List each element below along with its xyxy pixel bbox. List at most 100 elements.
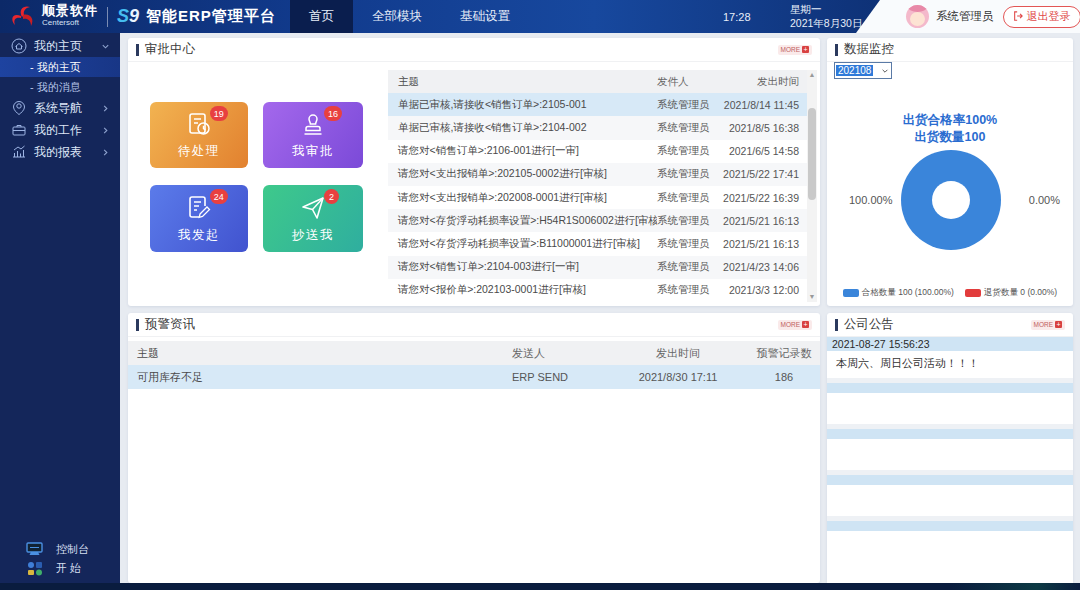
monitor-panel-header: 数据监控 [827, 38, 1073, 62]
sidebar-item-navigation[interactable]: 系统导航 [0, 97, 120, 119]
chevron-right-icon [101, 104, 110, 113]
cc-me-count-badge: 2 [324, 189, 339, 204]
sidebar-sub-myhome[interactable]: - 我的主页 [0, 57, 120, 77]
table-scrollbar[interactable]: ▲ ▼ [807, 70, 817, 302]
news-more-button[interactable]: MORE+ [1031, 320, 1066, 330]
legend-swatch-red [965, 289, 981, 297]
month-dropdown[interactable]: 202108 [834, 62, 892, 79]
donut-hole [932, 181, 970, 219]
news-list: 2021-08-27 15:56:23 本周六、周日公司活动！！！ [827, 337, 1073, 583]
alerts-panel-title: 预警资讯 [145, 316, 195, 333]
alerts-table: 主题 发送人 发出时间 预警记录数 可用库存不足 ERP SEND 2021/8… [128, 341, 820, 389]
news-item[interactable] [827, 429, 1073, 470]
plus-icon: + [802, 321, 809, 328]
my-approvals-count-badge: 16 [324, 106, 342, 121]
title-accent-bar [136, 319, 139, 331]
scroll-down-arrow[interactable]: ▼ [807, 292, 817, 302]
sidebar-sub-mymessages[interactable]: - 我的消息 [0, 77, 120, 97]
news-item[interactable] [827, 521, 1073, 583]
approval-table: 主题 发件人 发出时间 单据已审核,请接收<销售订单>:2105-001系统管理… [388, 70, 808, 302]
legend-return: 退货数量 0 (0.00%) [965, 287, 1057, 299]
monitor-panel-title: 数据监控 [844, 41, 894, 58]
approval-row[interactable]: 请您对<支出报销单>:202008-0001进行[审核]系统管理员2021/5/… [388, 186, 808, 209]
approval-panel-title: 审批中心 [145, 41, 195, 58]
app-title: 智能ERP管理平台 [146, 7, 276, 26]
approval-row[interactable]: 请您对<报价单>:202103-0001进行[审核]系统管理员2021/3/3 … [388, 279, 808, 302]
navigation-icon [11, 100, 27, 116]
nav-tab-settings[interactable]: 基础设置 [441, 0, 529, 33]
clock-date: 星期一 2021年8月30日 [790, 3, 862, 30]
alerts-panel-header: 预警资讯 MORE+ [128, 313, 820, 337]
user-name: 系统管理员 [936, 9, 994, 24]
nav-tab-modules[interactable]: 全部模块 [353, 0, 441, 33]
pending-doc-icon [185, 111, 213, 139]
user-avatar[interactable] [906, 5, 929, 28]
plus-icon: + [1055, 321, 1062, 328]
news-panel-title: 公司公告 [844, 316, 894, 333]
news-item[interactable] [827, 383, 1073, 424]
approval-row[interactable]: 请您对<销售订单>:2106-001进行[一审]系统管理员2021/6/5 14… [388, 140, 808, 163]
legend-pass: 合格数量 100 (100.00%) [843, 287, 954, 299]
title-accent-bar [835, 44, 838, 56]
send-plane-icon [299, 194, 327, 222]
news-panel-header: 公司公告 MORE+ [827, 313, 1073, 337]
alert-row[interactable]: 可用库存不足 ERP SEND 2021/8/30 17:11 186 [128, 365, 820, 389]
card-cc-me[interactable]: 2 抄送我 [263, 185, 363, 252]
donut-label-left: 100.00% [849, 194, 892, 206]
scroll-up-arrow[interactable]: ▲ [807, 70, 817, 80]
news-item[interactable]: 2021-08-27 15:56:23 本周六、周日公司活动！！！ [827, 337, 1073, 378]
chevron-right-icon [101, 126, 110, 135]
clock-time: 17:28 [723, 11, 751, 23]
scrollbar-thumb[interactable] [808, 108, 816, 200]
sidebar-item-myreports[interactable]: 我的报表 [0, 141, 120, 163]
nav-tab-home[interactable]: 首页 [290, 0, 353, 33]
card-initiated[interactable]: 24 我发起 [150, 185, 248, 252]
title-accent-bar [835, 319, 838, 331]
main-nav: 首页 全部模块 基础设置 [290, 0, 529, 33]
donut-label-right: 0.00% [1029, 194, 1060, 206]
brand-logo: 顺景软件 Centersoft S9 智能ERP管理平台 [8, 2, 276, 31]
card-my-approvals[interactable]: 16 我审批 [263, 102, 363, 168]
briefcase-icon [11, 122, 27, 138]
compose-doc-icon [185, 194, 213, 222]
s9-logo: S9 [117, 6, 139, 27]
approval-row[interactable]: 请您对<销售订单>:2104-003进行[一审]系统管理员2021/4/23 1… [388, 256, 808, 279]
chevron-down-icon [101, 42, 110, 51]
approval-center-panel: 审批中心 MORE+ 19 待处理 16 我审批 24 我发起 2 抄送我 主题… [128, 38, 820, 306]
alerts-more-button[interactable]: MORE+ [778, 320, 813, 330]
approval-row[interactable]: 单据已审核,请接收<销售订单>:2105-001系统管理员2021/8/14 1… [388, 93, 808, 116]
approval-row[interactable]: 请您对<存货浮动耗损率设置>:H54R1S006002进行[审核]系统管理员20… [388, 209, 808, 232]
initiated-count-badge: 24 [210, 189, 228, 204]
centersoft-logo-icon [8, 4, 38, 30]
chevron-down-icon [881, 67, 889, 75]
console-icon [26, 542, 43, 557]
bottom-strip [0, 583, 1080, 590]
approval-row[interactable]: 单据已审核,请接收<销售订单>:2104-002系统管理员2021/8/5 16… [388, 116, 808, 139]
start-button[interactable]: 开 始 [0, 559, 120, 578]
report-chart-icon [11, 144, 27, 160]
alerts-panel: 预警资讯 MORE+ 主题 发送人 发出时间 预警记录数 可用库存不足 ERP … [128, 313, 820, 583]
news-item[interactable] [827, 475, 1073, 516]
chart-legend: 合格数量 100 (100.00%) 退货数量 0 (0.00%) [827, 287, 1073, 299]
approval-row[interactable]: 请您对<存货浮动耗损率设置>:B11000001进行[审核]系统管理员2021/… [388, 232, 808, 255]
sidebar-item-mywork[interactable]: 我的工作 [0, 119, 120, 141]
plus-icon: + [802, 46, 809, 53]
console-button[interactable]: 控制台 [0, 540, 120, 559]
approval-more-button[interactable]: MORE+ [778, 45, 813, 55]
home-icon [11, 38, 27, 54]
sidebar-footer: 控制台 开 始 [0, 540, 120, 578]
approval-panel-header: 审批中心 MORE+ [128, 38, 820, 62]
title-accent-bar [136, 44, 139, 56]
logout-button[interactable]: 退出登录 [1003, 6, 1080, 28]
card-pending[interactable]: 19 待处理 [150, 102, 248, 168]
stamp-icon [299, 111, 327, 139]
sidebar-item-myhome[interactable]: 我的主页 [0, 35, 120, 57]
alerts-table-header: 主题 发送人 发出时间 预警记录数 [128, 341, 820, 365]
top-bar: 顺景软件 Centersoft S9 智能ERP管理平台 首页 全部模块 基础设… [0, 0, 1080, 33]
logout-icon [1013, 11, 1023, 21]
logo-text-cn: 顺景软件 [42, 5, 98, 17]
pending-count-badge: 19 [210, 106, 228, 121]
pass-rate-text: 出货合格率100% [827, 112, 1073, 129]
logo-text-en: Centersoft [42, 17, 98, 29]
approval-row[interactable]: 请您对<支出报销单>:202105-0002进行[审核]系统管理员2021/5/… [388, 163, 808, 186]
